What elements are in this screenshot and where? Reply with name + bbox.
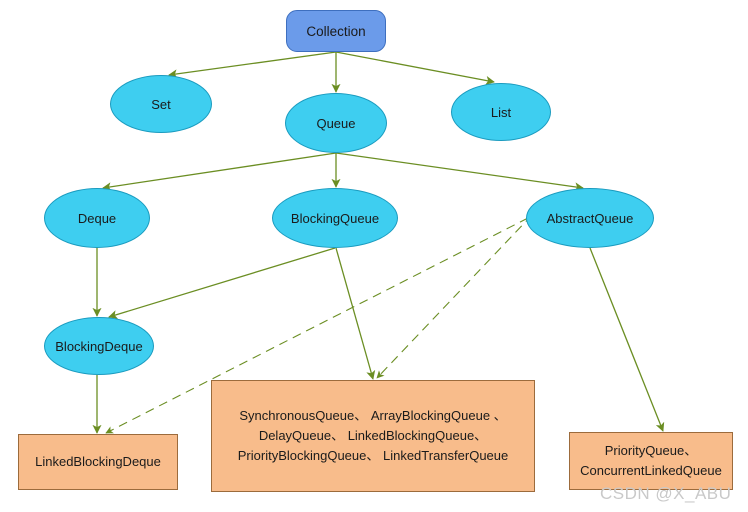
node-label: SynchronousQueue、 ArrayBlockingQueue 、 D… bbox=[237, 407, 509, 464]
edge-blockingqueue-to-blockingdeque bbox=[108, 247, 336, 319]
node-label: Deque bbox=[77, 210, 117, 226]
node-label: Collection bbox=[306, 23, 366, 39]
node-queue[interactable]: Queue bbox=[285, 93, 387, 153]
edge-abstractqueue-to-abstractqueue_impls bbox=[589, 247, 665, 432]
node-collection[interactable]: Collection bbox=[286, 10, 386, 52]
node-label: BlockingDeque bbox=[55, 338, 143, 354]
edge-queue-to-abstractqueue bbox=[335, 152, 584, 192]
node-blockingqueue[interactable]: BlockingQueue bbox=[272, 188, 398, 248]
node-label: Queue bbox=[316, 115, 356, 131]
node-abstractqueue[interactable]: AbstractQueue bbox=[526, 188, 654, 248]
node-label: PriorityQueue、 ConcurrentLinkedQueue bbox=[580, 442, 722, 478]
node-linkedblockingdeque[interactable]: LinkedBlockingDeque bbox=[18, 434, 178, 490]
edge-queue-to-deque bbox=[102, 152, 337, 192]
edge-collection-to-set bbox=[168, 51, 337, 79]
edge-collection-to-list bbox=[335, 51, 495, 85]
node-deque[interactable]: Deque bbox=[44, 188, 150, 248]
node-set[interactable]: Set bbox=[110, 75, 212, 133]
edge-abstractqueue-to-blockingqueue_impls bbox=[376, 214, 533, 379]
node-list[interactable]: List bbox=[451, 83, 551, 141]
node-blockingqueue-implementations[interactable]: SynchronousQueue、 ArrayBlockingQueue 、 D… bbox=[211, 380, 535, 492]
node-label: AbstractQueue bbox=[546, 210, 634, 226]
node-label: List bbox=[490, 104, 512, 120]
node-label: Set bbox=[151, 96, 171, 112]
node-label: BlockingQueue bbox=[290, 210, 380, 226]
node-abstractqueue-implementations[interactable]: PriorityQueue、 ConcurrentLinkedQueue bbox=[569, 432, 733, 490]
node-label: LinkedBlockingDeque bbox=[35, 453, 161, 469]
edge-blockingqueue-to-blockingqueue_impls bbox=[335, 247, 376, 380]
node-blockingdeque[interactable]: BlockingDeque bbox=[44, 317, 154, 375]
diagram-canvas: Collection Set Queue List Deque Blocking… bbox=[0, 0, 748, 512]
